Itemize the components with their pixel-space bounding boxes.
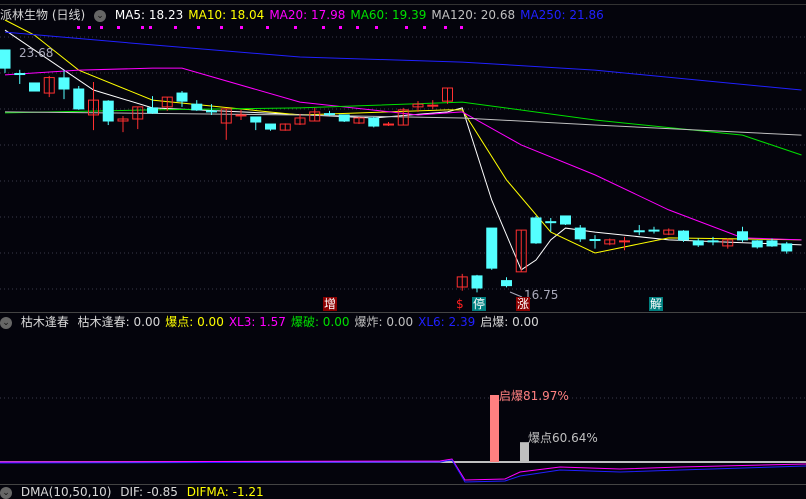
candle-down (486, 227, 498, 269)
candle-down (737, 231, 748, 241)
signal-dot (356, 26, 359, 29)
ma-legend-ma10: MA10: 18.04 (188, 8, 265, 22)
high-price-label: 23.68 (19, 46, 54, 60)
ma-legend-ma5: MA5: 18.23 (114, 8, 184, 22)
signal-dot (141, 26, 144, 29)
ma-legend-ma120: MA120: 20.68 (431, 8, 516, 22)
ma-legend-ma20: MA20: 17.98 (269, 8, 346, 22)
indicator-value: 爆破: 0.00 (290, 315, 350, 329)
qibao-bar-label: 启爆81.97% (499, 389, 569, 403)
candle-up (235, 114, 247, 117)
signal-dot (220, 26, 223, 29)
ma-line-ma250 (4, 31, 802, 91)
dma-header: ⌄ DMA(10,50,10) DIF: -0.85 DIFMA: -1.21 (0, 485, 269, 499)
signal-marker: 涨 (516, 297, 531, 311)
baodian-bar (520, 442, 529, 462)
signal-dot (405, 26, 408, 29)
candle-down (633, 230, 645, 233)
candle-down (530, 217, 542, 244)
signal-dot (149, 26, 152, 29)
signal-dot (88, 26, 91, 29)
ma-line-ma20 (4, 67, 802, 241)
candle-down (14, 73, 26, 76)
indicator-value: 爆炸: 0.00 (354, 315, 414, 329)
xl6-line (0, 459, 806, 483)
candle-down (191, 103, 203, 111)
indicator-name[interactable]: 枯木逢春 (21, 315, 69, 329)
candle-down (206, 110, 217, 113)
indicator-value: 枯木逢春: 0.00 (77, 315, 161, 329)
candle-down (368, 117, 380, 127)
signal-dot (197, 26, 200, 29)
candle-down (147, 107, 158, 114)
indicator-header: ⌄ 枯木逢春 枯木逢春: 0.00 爆点: 0.00 XL3: 1.57 爆破: 0.… (0, 314, 549, 330)
signal-dot (322, 26, 325, 29)
candle-up (383, 123, 394, 126)
signal-dot (77, 26, 80, 29)
candle-down (766, 240, 778, 247)
candle-up (619, 240, 630, 243)
dma-dif: DIF: -0.85 (120, 485, 178, 499)
candle-down (471, 275, 483, 289)
signal-dot (266, 26, 269, 29)
signal-marker: $ (456, 297, 464, 311)
candle-down (692, 240, 704, 246)
candle-down (751, 240, 763, 248)
signal-marker: 停 (472, 297, 487, 311)
signal-dot (444, 26, 447, 29)
signal-dot (240, 26, 243, 29)
signal-dot (294, 26, 297, 29)
candle-down (501, 280, 512, 287)
candle-down (707, 240, 719, 243)
candle-down (73, 88, 85, 110)
candle-down (176, 92, 188, 102)
candle-down (324, 113, 335, 116)
stock-title: 派林生物 (日线) (0, 8, 86, 22)
baodian-bar-label: 爆点60.64% (528, 431, 598, 445)
indicator-value: 爆点: 0.00 (165, 315, 224, 329)
chevron-down-icon[interactable]: ⌄ (94, 9, 107, 22)
ma-legend-ma60: MA60: 19.39 (350, 8, 427, 22)
signal-dot (375, 26, 378, 29)
ma-legend-ma250: MA250: 21.86 (520, 8, 604, 22)
indicator-value: 启爆: 0.00 (480, 315, 539, 329)
qibao-bar (490, 395, 499, 462)
chevron-down-icon[interactable]: ⌄ (0, 486, 12, 499)
candle-down (781, 243, 793, 252)
signal-dot (117, 26, 120, 29)
dma-difma: DIFMA: -1.21 (186, 485, 264, 499)
indicator-value: XL6: 2.39 (418, 315, 476, 329)
price-header: 派林生物 (日线) ⌄ MA5: 18.23 MA10: 18.04 MA20: 1… (0, 7, 614, 23)
candle-down (338, 114, 350, 122)
candle-down (678, 230, 689, 241)
ma-line-ma10 (4, 19, 802, 254)
price-chart[interactable] (0, 0, 806, 499)
candle-down (545, 221, 557, 224)
signal-dot (174, 26, 177, 29)
chevron-down-icon[interactable]: ⌄ (0, 316, 12, 329)
candle-down (265, 123, 276, 130)
candle-down (29, 82, 40, 92)
signal-marker: 解 (649, 297, 664, 311)
candle-down (648, 229, 660, 232)
candle-down (589, 239, 601, 242)
candle-down (250, 116, 262, 123)
signal-dot (100, 26, 103, 29)
candle-down (102, 100, 114, 122)
candle-up (427, 104, 439, 107)
signal-dot (423, 26, 426, 29)
signal-dot (460, 26, 463, 29)
candle-down (560, 215, 571, 225)
candle-down (574, 227, 586, 240)
signal-marker: 增 (323, 297, 338, 311)
candle-down (58, 77, 70, 90)
candle-down (0, 49, 11, 69)
indicator-value: XL3: 1.57 (228, 315, 286, 329)
dma-name: DMA(10,50,10) (20, 485, 112, 499)
signal-dot (339, 26, 342, 29)
